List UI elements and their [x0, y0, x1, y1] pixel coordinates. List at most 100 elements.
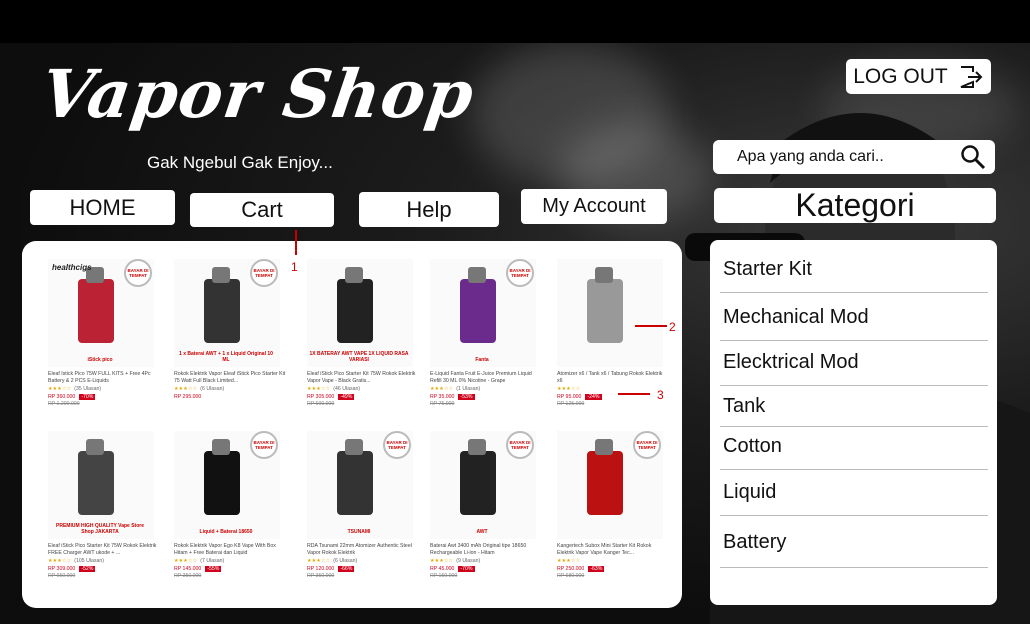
- product-card[interactable]: AWT BAYAR DI TEMPAT Baterai Awt 3400 mAh O…: [430, 431, 542, 579]
- product-image[interactable]: PREMIUM HIGH QUALITY Vape Store Shop JAK…: [48, 431, 154, 539]
- product-rating: ★★★☆☆ (46 Ulasan): [307, 386, 419, 392]
- category-starter-kit[interactable]: Starter Kit: [720, 258, 988, 293]
- product-rating: ★★★☆☆ (35 Ulasan): [48, 386, 160, 392]
- product-image-caption: TSUNAMI: [347, 529, 371, 535]
- product-rating: ★★★☆☆: [557, 558, 669, 564]
- product-image[interactable]: 1 x Baterai AWT + 1 x Liquid Original 10…: [174, 259, 280, 367]
- product-name[interactable]: Eleaf iStick Pico Starter Kit 75W Rokok …: [307, 371, 419, 384]
- product-card[interactable]: Atomizer x6 / Tank x6 / Tabung Rokok Ele…: [557, 259, 669, 407]
- product-name[interactable]: Rokok Elektrik Vapor Ego K8 Vape With Bo…: [174, 543, 286, 556]
- cod-badge: BAYAR DI TEMPAT: [250, 259, 278, 287]
- logout-label: LOG OUT: [853, 64, 948, 88]
- product-price: RP 95.000: [557, 394, 582, 400]
- discount-badge: -70%: [79, 394, 96, 400]
- price-row: RP 35.000 -53%: [430, 394, 542, 400]
- product-image-caption: Fanta: [475, 357, 489, 363]
- product-price: RP 360.000: [48, 394, 76, 400]
- nav-cart-button[interactable]: Cart: [190, 193, 334, 227]
- rating-count: (9 Ulasan): [456, 558, 481, 564]
- category-mechanical-mod[interactable]: Mechanical Mod: [720, 306, 988, 341]
- nav-help-button[interactable]: Help: [359, 192, 499, 227]
- product-name[interactable]: Baterai Awt 3400 mAh Original tipe 18650…: [430, 543, 542, 556]
- product-image[interactable]: [557, 259, 663, 367]
- product-image[interactable]: TSUNAMI BAYAR DI TEMPAT: [307, 431, 413, 539]
- product-name[interactable]: Eleaf Istick Pico 75W FULL KITS + Free 4…: [48, 371, 160, 384]
- cod-badge: BAYAR DI TEMPAT: [506, 431, 534, 459]
- product-old-price: RP 75.000: [430, 401, 455, 407]
- product-name[interactable]: Kangertech Subox Mini Starter Kit Rokok …: [557, 543, 669, 556]
- logout-icon: [960, 65, 983, 88]
- product-image-caption: iStick pico: [87, 357, 113, 363]
- product-name[interactable]: Atomizer x6 / Tank x6 / Tabung Rokok Ele…: [557, 371, 669, 384]
- price-row: RP 360.000 -70%: [48, 394, 160, 400]
- annotation-number: 1: [291, 260, 298, 274]
- product-card[interactable]: BAYAR DI TEMPAT Kangertech Subox Mini Sta…: [557, 431, 669, 579]
- product-card[interactable]: iStick pico healthcigs BAYAR DI TEMPAT Elea…: [48, 259, 160, 407]
- product-card[interactable]: 1X BATERAY AWT VAPE 1X LIQUID RASA VARIA…: [307, 259, 419, 407]
- product-price: RP 295.000: [174, 394, 202, 400]
- product-card[interactable]: Fanta BAYAR DI TEMPAT E-Liquid Fanta Fruit…: [430, 259, 542, 407]
- rating-stars: ★★★☆☆: [174, 386, 198, 392]
- cod-badge: BAYAR DI TEMPAT: [124, 259, 152, 287]
- product-brand-logo: healthcigs: [52, 263, 92, 272]
- logo-tagline: Gak Ngebul Gak Enjoy...: [147, 153, 333, 172]
- product-name[interactable]: Eleaf iStick Pico Starter Kit 75W Rokok …: [48, 543, 160, 556]
- discount-badge: -24%: [585, 394, 602, 400]
- search-button[interactable]: [951, 140, 995, 174]
- discount-badge: -63%: [588, 566, 605, 572]
- logout-button[interactable]: LOG OUT: [846, 59, 991, 94]
- rating-stars: ★★★☆☆: [557, 558, 581, 564]
- product-image[interactable]: Liquid + Baterai 18650 BAYAR DI TEMPAT: [174, 431, 280, 539]
- annotation-marker-line: [618, 393, 650, 395]
- product-name[interactable]: Rokok Elektrik Vapor Eleaf iStick Pico S…: [174, 371, 286, 384]
- product-image[interactable]: Fanta BAYAR DI TEMPAT: [430, 259, 536, 367]
- product-image[interactable]: BAYAR DI TEMPAT: [557, 431, 663, 539]
- top-black-bar: [0, 0, 1030, 43]
- annotation-marker-line: [635, 325, 667, 327]
- product-old-price: RP 1.200.000: [48, 401, 80, 407]
- product-image[interactable]: AWT BAYAR DI TEMPAT: [430, 431, 536, 539]
- product-name[interactable]: E-Liquid Fanta Fruit E-Juice Premium Liq…: [430, 371, 542, 384]
- product-rating: ★★★☆☆ (9 Ulasan): [430, 558, 542, 564]
- product-old-price: RP 125.000: [557, 401, 585, 407]
- product-price: RP 145.000: [174, 566, 202, 572]
- product-image[interactable]: 1X BATERAY AWT VAPE 1X LIQUID RASA VARIA…: [307, 259, 413, 367]
- product-rating: ★★★☆☆ (6 Ulasan): [174, 386, 286, 392]
- rating-count: (1 Ulasan): [456, 386, 481, 392]
- cod-badge: BAYAR DI TEMPAT: [633, 431, 661, 459]
- price-row: RP 295.000: [174, 394, 286, 400]
- product-rating: ★★★☆☆ (6 Ulasan): [307, 558, 419, 564]
- category-tank[interactable]: Tank: [720, 395, 988, 427]
- product-rating: ★★★☆☆: [557, 386, 669, 392]
- product-name[interactable]: RDA Tsunami 22mm Atomizer Authentic Stee…: [307, 543, 419, 556]
- kategori-heading: Kategori: [714, 187, 996, 223]
- product-image[interactable]: iStick pico healthcigs BAYAR DI TEMPAT: [48, 259, 154, 367]
- category-cotton[interactable]: Cotton: [720, 435, 988, 470]
- rating-stars: ★★★☆☆: [430, 558, 454, 564]
- rating-count: (6 Ulasan): [200, 386, 225, 392]
- discount-badge: -66%: [338, 566, 355, 572]
- product-image-caption: 1 x Baterai AWT + 1 x Liquid Original 10…: [179, 351, 273, 363]
- nav-home-button[interactable]: HOME: [30, 190, 175, 225]
- product-card[interactable]: TSUNAMI BAYAR DI TEMPAT RDA Tsunami 22mm A…: [307, 431, 419, 579]
- rating-stars: ★★★☆☆: [174, 558, 198, 564]
- category-battery[interactable]: Battery: [720, 531, 988, 568]
- price-row: RP 45.000 -70%: [430, 566, 542, 572]
- product-card[interactable]: 1 x Baterai AWT + 1 x Liquid Original 10…: [174, 259, 286, 400]
- price-row: RP 145.000 -55%: [174, 566, 286, 572]
- product-card[interactable]: Liquid + Baterai 18650 BAYAR DI TEMPAT Rok…: [174, 431, 286, 579]
- category-liquid[interactable]: Liquid: [720, 481, 988, 516]
- product-price: RP 35.000: [430, 394, 455, 400]
- discount-badge: -49%: [338, 394, 355, 400]
- product-image-caption: 1X BATERAY AWT VAPE 1X LIQUID RASA VARIA…: [309, 351, 409, 363]
- product-old-price: RP 150.000: [430, 573, 458, 579]
- nav-my-account-button[interactable]: My Account: [521, 189, 667, 224]
- search-input[interactable]: [735, 147, 951, 167]
- cod-badge: BAYAR DI TEMPAT: [250, 431, 278, 459]
- rating-stars: ★★★☆☆: [430, 386, 454, 392]
- annotation-number: 2: [669, 320, 676, 334]
- discount-badge: -55%: [205, 566, 222, 572]
- rating-count: (35 Ulasan): [74, 386, 102, 392]
- product-card[interactable]: PREMIUM HIGH QUALITY Vape Store Shop JAK…: [48, 431, 160, 579]
- category-electrical-mod[interactable]: Elecktrical Mod: [720, 351, 988, 386]
